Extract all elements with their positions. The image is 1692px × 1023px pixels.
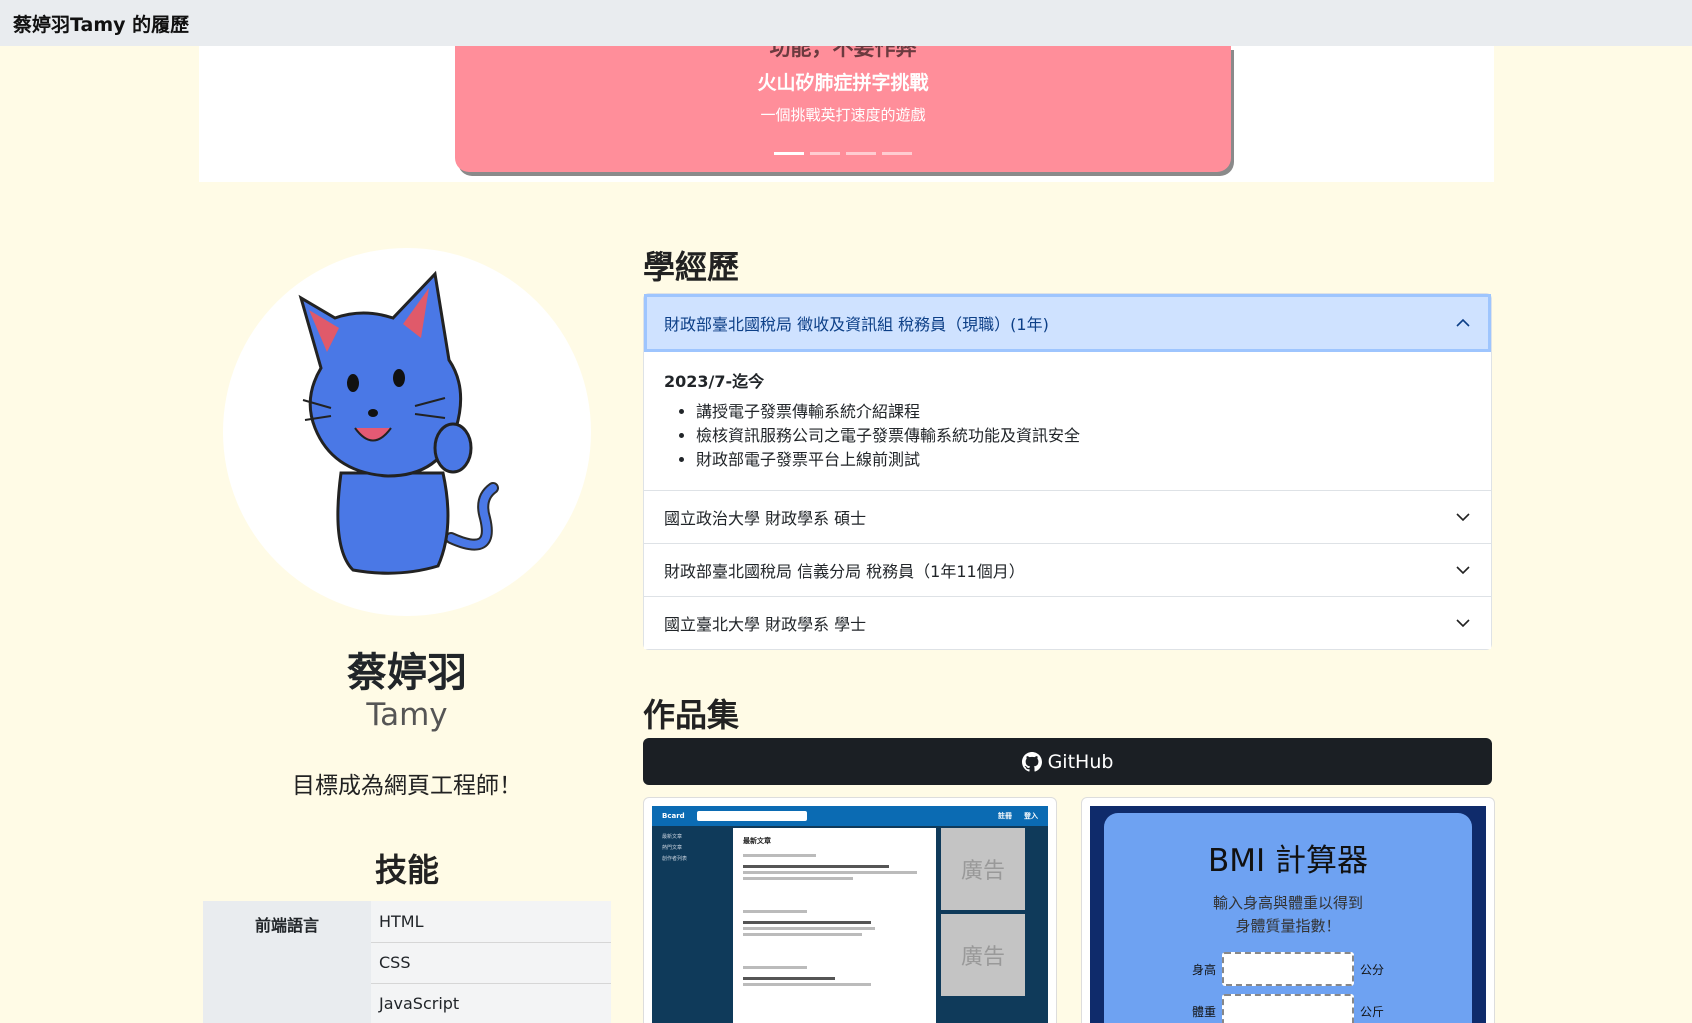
carousel-indicator-1[interactable] [774,152,804,155]
accordion-item: 國立臺北大學 財政學系 學士 [644,597,1491,649]
job-date-range: 2023/7-迄今 [664,372,765,391]
bcard-nav-item: 創作者列表 [662,856,688,862]
bmi-description-line: 輸入身高與體重以得到 [1212,894,1363,912]
blue-cat-avatar-icon [298,270,499,575]
accordion-header-bachelor[interactable]: 國立臺北大學 財政學系 學士 [644,597,1491,649]
bcard-sidebar: 最新文章 熱門文章 創作者列表 [662,832,687,865]
bmi-panel: BMI 計算器 輸入身高與體重以得到 身體質量指數！ 身高 公分 體重 公斤 [1104,813,1472,1023]
profile-avatar [223,248,591,616]
bmi-weight-label: 體重 [1191,1004,1216,1019]
carousel-slide-active[interactable]: 功能，不要作弊 火山矽肺症拼字挑戰 一個挑戰英打速度的遊戲 [455,46,1231,172]
bcard-signup: 註冊 [998,812,1012,820]
accordion-header-label: 財政部臺北國稅局 信義分局 稅務員（1年11個月） [664,562,1025,581]
bmi-height-unit: 公分 [1360,962,1385,977]
bmi-title: BMI 計算器 [1207,843,1368,879]
bcard-ad: 廣告 [941,914,1025,996]
accordion-header-current-job[interactable]: 財政部臺北國稅局 徵收及資訊組 稅務員（現職）(1年) [644,294,1491,352]
bcard-nav-item: 最新文章 [662,834,683,840]
job-duty-item: 講授電子發票傳輸系統介紹課程 [696,400,1471,424]
github-button-label: GitHub [1047,750,1114,773]
profile-name: 蔡婷羽 [347,650,467,696]
bmi-weight-unit: 公斤 [1360,1004,1385,1019]
accordion-header-masters[interactable]: 國立政治大學 財政學系 碩士 [644,491,1491,543]
carousel-indicators [455,152,1231,155]
skills-row: 前端語言 HTML [203,901,611,1023]
portfolio-heading: 作品集 [643,696,740,734]
project-carousel: 功能，不要作弊 火山矽肺症拼字挑戰 一個挑戰英打速度的遊戲 [199,46,1494,182]
skills-heading: 技能 [374,851,439,889]
bcard-search-box [696,811,807,821]
accordion-header-label: 國立臺北大學 財政學系 學士 [664,615,867,634]
portfolio-card-bmi[interactable]: BMI 計算器 輸入身高與體重以得到 身體質量指數！ 身高 公分 體重 公斤 [1081,797,1495,1023]
carousel-indicator-3[interactable] [846,152,876,155]
skill-item: JavaScript [371,983,611,1023]
chevron-down-icon [1456,513,1470,522]
bcard-login: 登入 [1024,812,1038,820]
accordion-header-label: 國立政治大學 財政學系 碩士 [664,509,867,528]
profile-english-name: Tamy [366,697,448,733]
accordion-header-previous-job[interactable]: 財政部臺北國稅局 信義分局 稅務員（1年11個月） [644,544,1491,596]
bcard-screenshot: Bcard 註冊 登入 最新文章 熱門文章 創作者列表 最新文章 廣告 廣告 [652,806,1048,1023]
github-button[interactable]: GitHub [643,738,1492,785]
accordion-body-current-job: 2023/7-迄今 講授電子發票傳輸系統介紹課程 檢核資訊服務公司之電子發票傳輸… [644,352,1491,490]
accordion-header-label: 財政部臺北國稅局 徵收及資訊組 稅務員（現職）(1年) [664,315,1049,334]
carousel-indicator-4[interactable] [882,152,912,155]
skills-table: 前端語言 HTML CSS JavaScript [203,901,611,1023]
bcard-nav-item: 熱門文章 [662,845,683,851]
bmi-height-row: 身高 公分 [1104,952,1472,986]
bcard-feed-heading: 最新文章 [743,837,771,845]
top-navbar: 蔡婷羽Tamy 的履歷 [0,0,1692,46]
bcard-brand: Bcard [662,812,685,820]
job-duties-list: 講授電子發票傳輸系統介紹課程 檢核資訊服務公司之電子發票傳輸系統功能及資訊安全 … [664,400,1471,472]
bmi-description-line: 身體質量指數！ [1235,917,1341,935]
skill-item: CSS [371,942,611,984]
accordion-item: 財政部臺北國稅局 徵收及資訊組 稅務員（現職）(1年) 2023/7-迄今 講授… [644,294,1491,491]
bcard-topbar: Bcard 註冊 登入 [652,806,1048,826]
experience-heading: 學經歷 [643,248,740,286]
carousel-partial-text: 功能，不要作弊 [769,46,917,60]
accordion-item: 財政部臺北國稅局 信義分局 稅務員（1年11個月） [644,544,1491,597]
chevron-down-icon [1456,619,1470,628]
chevron-down-icon [1456,566,1470,575]
profile-goal: 目標成為網頁工程師！ [292,773,522,799]
site-brand-link[interactable]: 蔡婷羽Tamy 的履歷 [13,10,189,37]
accordion-item: 國立政治大學 財政學系 碩士 [644,491,1491,544]
skill-item: HTML [371,901,611,943]
bmi-description: 輸入身高與體重以得到 身體質量指數！ [1104,892,1472,938]
bmi-screenshot: BMI 計算器 輸入身高與體重以得到 身體質量指數！ 身高 公分 體重 公斤 [1090,806,1486,1023]
bcard-ad: 廣告 [941,828,1025,910]
github-icon [1021,751,1042,772]
portfolio-card-bcard[interactable]: Bcard 註冊 登入 最新文章 熱門文章 創作者列表 最新文章 廣告 廣告 [643,797,1057,1023]
carousel-indicator-2[interactable] [810,152,840,155]
carousel-slide-title: 火山矽肺症拼字挑戰 [757,72,929,94]
experience-accordion: 財政部臺北國稅局 徵收及資訊組 稅務員（現職）(1年) 2023/7-迄今 講授… [643,293,1492,650]
bcard-feed: 最新文章 [733,828,936,1023]
bmi-weight-row: 體重 公斤 [1104,994,1472,1023]
bmi-height-label: 身高 [1191,962,1216,977]
carousel-slide-subtitle: 一個挑戰英打速度的遊戲 [760,106,926,124]
job-duty-item: 財政部電子發票平台上線前測試 [696,448,1471,472]
job-duty-item: 檢核資訊服務公司之電子發票傳輸系統功能及資訊安全 [696,424,1471,448]
bmi-height-input [1222,952,1354,986]
skills-category: 前端語言 [203,901,371,1023]
chevron-up-icon [1456,318,1470,327]
bmi-weight-input [1222,994,1354,1023]
